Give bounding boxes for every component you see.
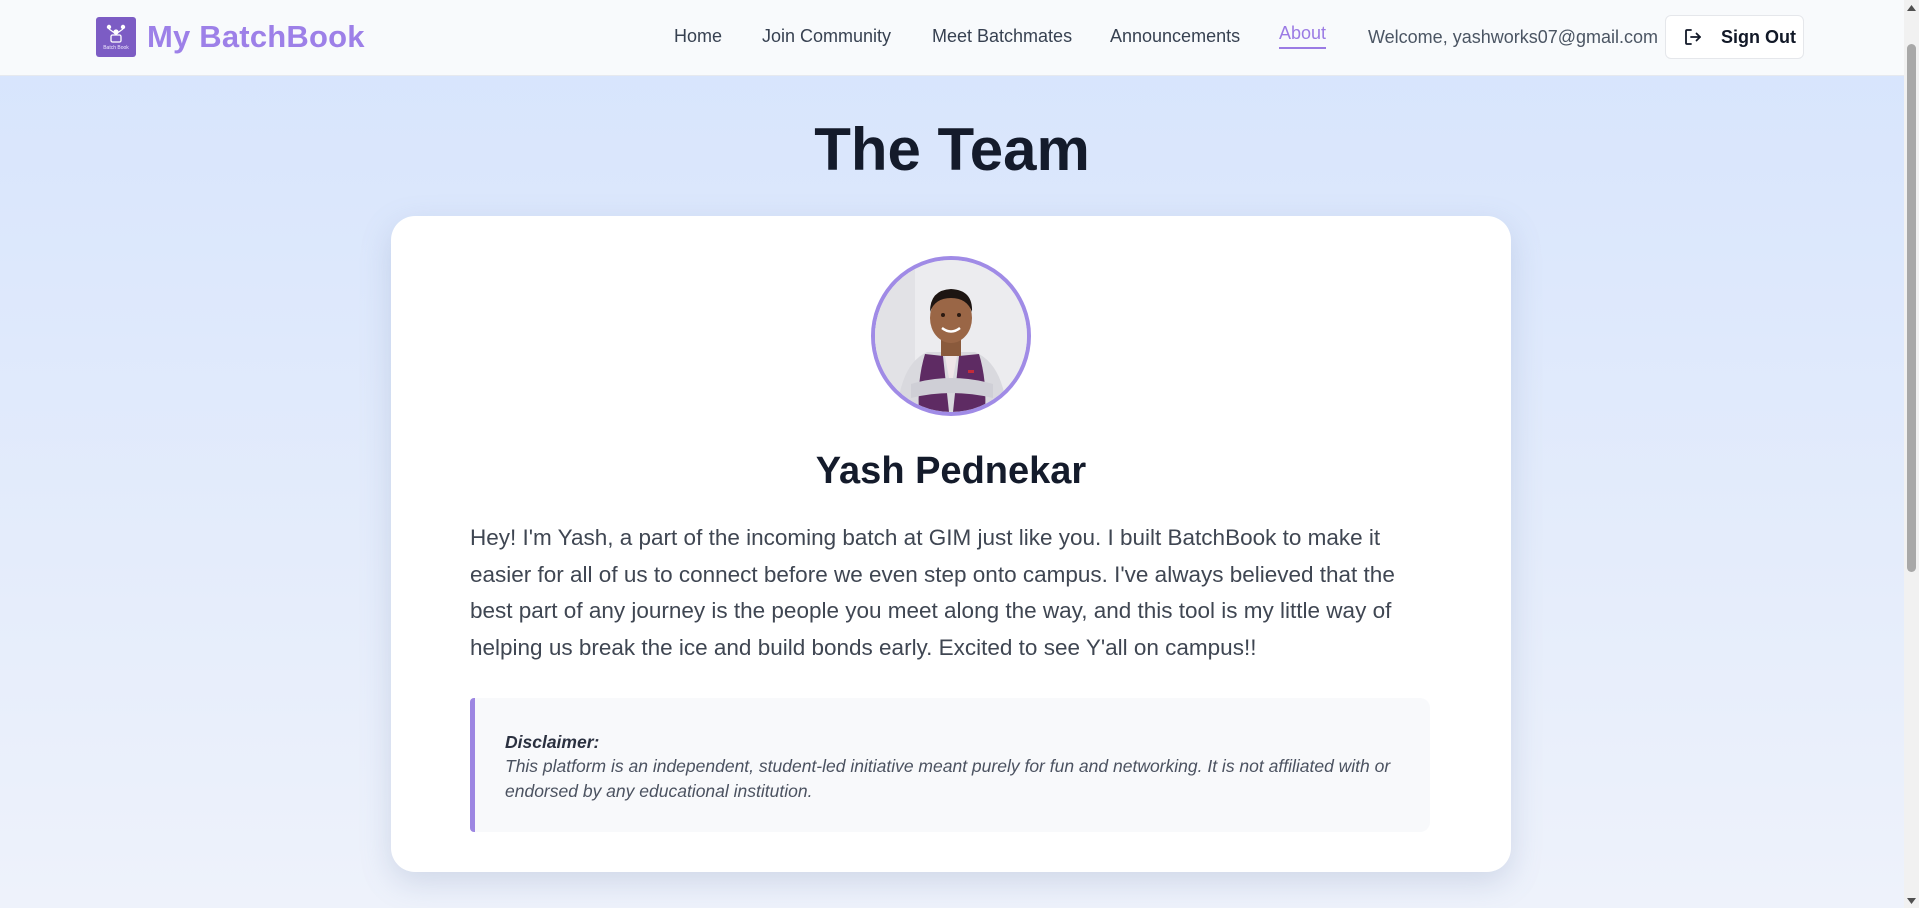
nav-about[interactable]: About: [1279, 23, 1327, 49]
vertical-scrollbar[interactable]: [1904, 0, 1919, 908]
top-navbar: Batch Book My BatchBook Home Join Commun…: [0, 0, 1904, 76]
sign-out-label: Sign Out: [1721, 26, 1796, 47]
avatar: [871, 256, 1031, 416]
nav-home[interactable]: Home: [674, 26, 722, 47]
sign-out-button[interactable]: Sign Out: [1665, 15, 1804, 59]
disclaimer-title: Disclaimer:: [505, 732, 600, 752]
team-member-card: Yash Pednekar Hey! I'm Yash, a part of t…: [391, 216, 1511, 872]
welcome-text: Welcome, yashworks07@gmail.com: [1368, 27, 1659, 47]
page-title: The Team: [814, 116, 1090, 183]
nav-meet-batchmates[interactable]: Meet Batchmates: [932, 26, 1072, 47]
sign-out-icon: [1685, 29, 1701, 45]
scrollbar-thumb[interactable]: [1907, 44, 1916, 572]
nav-announcements[interactable]: Announcements: [1110, 26, 1240, 47]
profile-photo-icon: [875, 260, 1027, 412]
disclaimer-box: Disclaimer: This platform is an independ…: [470, 698, 1430, 832]
scroll-up-arrow-icon[interactable]: [1904, 0, 1919, 15]
nav-join-community[interactable]: Join Community: [762, 26, 891, 47]
scroll-down-arrow-icon[interactable]: [1904, 893, 1919, 908]
member-bio: Hey! I'm Yash, a part of the incoming ba…: [470, 525, 1395, 660]
member-name: Yash Pednekar: [815, 450, 1087, 492]
disclaimer-text: This platform is an independent, student…: [505, 756, 1391, 801]
